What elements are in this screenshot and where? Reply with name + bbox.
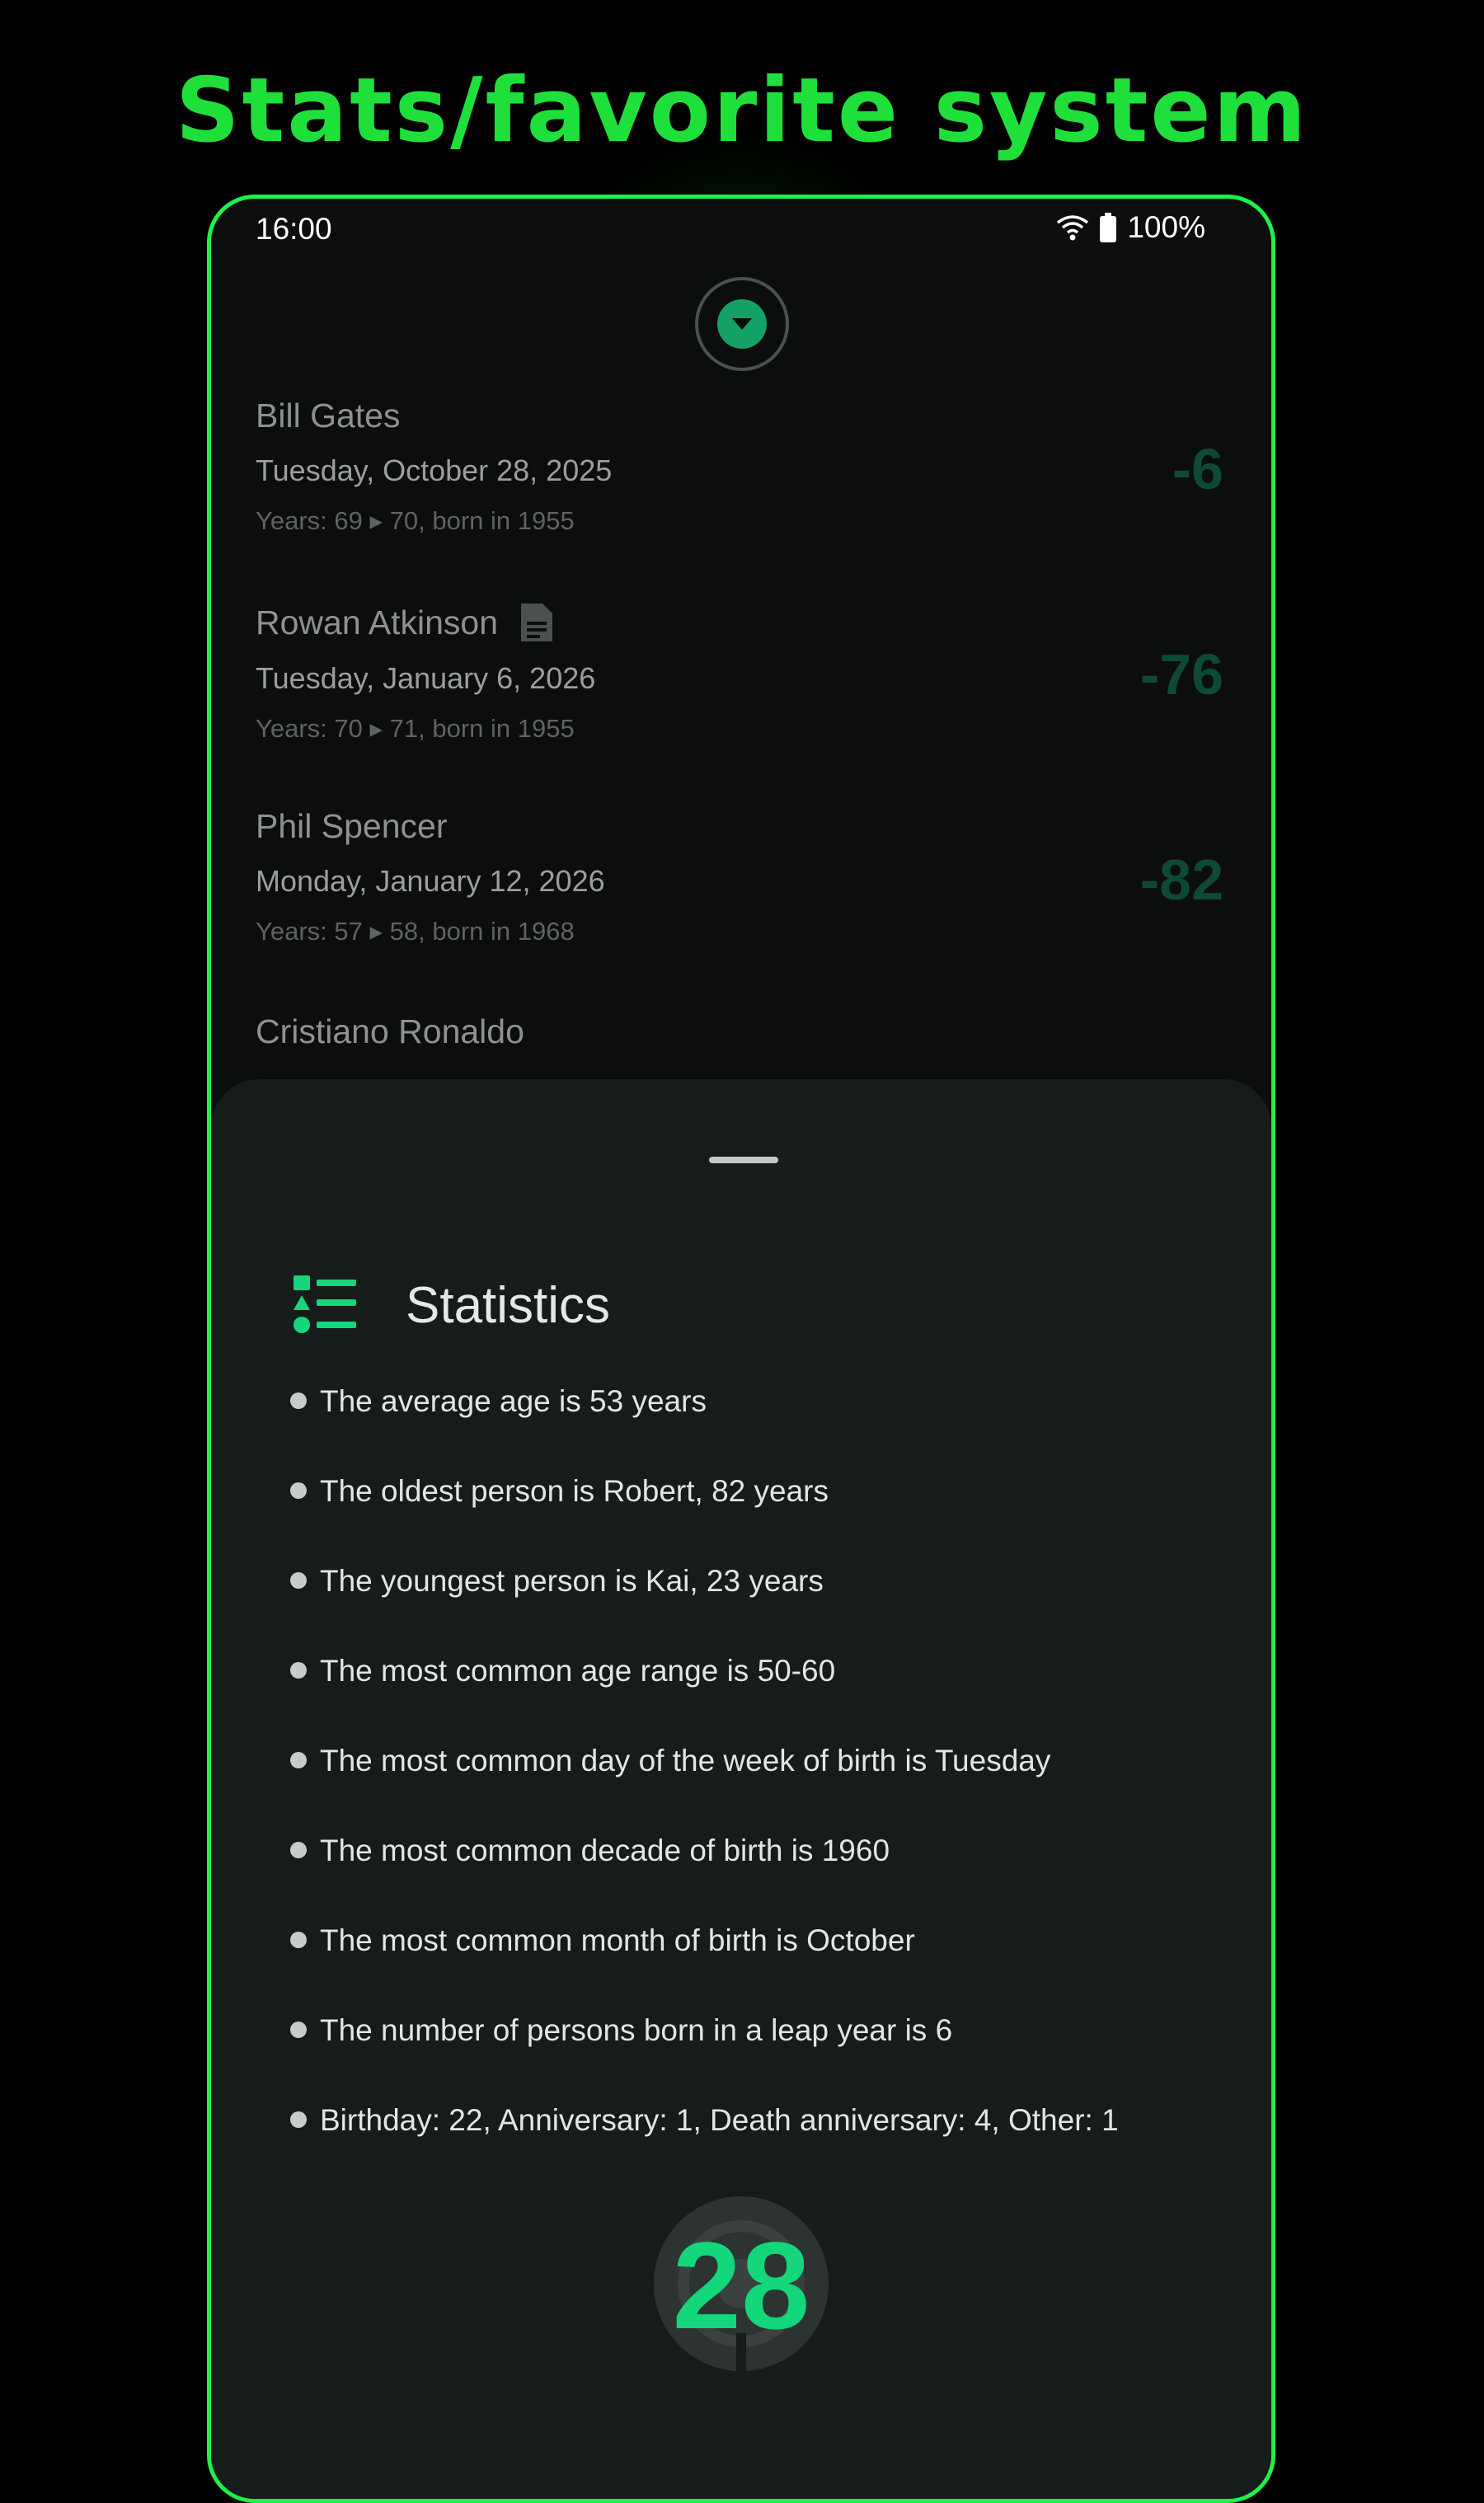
stat-item: Birthday: 22, Anniversary: 1, Death anni… <box>290 2103 1119 2193</box>
stat-item: The most common age range is 50-60 <box>290 1654 1119 1744</box>
person-name: Rowan Atkinson <box>256 602 1223 643</box>
battery-icon <box>1100 213 1117 242</box>
person-name-text: Phil Spencer <box>256 807 448 845</box>
stat-text: The average age is 53 years <box>320 1384 707 1418</box>
stat-text: The most common age range is 50-60 <box>320 1654 836 1688</box>
bullet-icon <box>290 1932 307 1948</box>
total-count-badge: 28 <box>654 2196 829 2371</box>
days-delta: -76 <box>1139 642 1223 707</box>
stat-item: The average age is 53 years <box>290 1384 1119 1474</box>
person-years: Years: 69 ▸ 70, born in 1955 <box>256 506 575 535</box>
battery-level: 100% <box>1127 210 1205 244</box>
status-time: 16:00 <box>256 212 332 246</box>
list-item[interactable]: Rowan Atkinson Tuesday, January 6, 2026 … <box>256 602 1223 744</box>
chevron-down-icon <box>732 318 752 330</box>
person-date: Tuesday, January 6, 2026 <box>256 661 596 695</box>
bullet-icon <box>290 1662 307 1679</box>
statistics-title: Statistics <box>406 1276 611 1334</box>
person-name-text: Bill Gates <box>256 397 401 434</box>
page-headline: Stats/favorite system <box>175 59 1309 162</box>
person-years: Years: 57 ▸ 58, born in 1968 <box>256 917 575 946</box>
stat-item: The most common day of the week of birth… <box>290 1744 1119 1834</box>
stat-text: The most common day of the week of birth… <box>320 1744 1051 1777</box>
list-item[interactable]: Bill Gates Tuesday, October 28, 2025 Yea… <box>256 397 1223 536</box>
statistics-header: Statistics <box>294 1275 610 1335</box>
phone-frame: 16:00 100% Bill Gates Tuesday, October 2… <box>207 195 1275 2503</box>
bullet-icon <box>290 1842 307 1858</box>
stat-item: The number of persons born in a leap yea… <box>290 2013 1119 2103</box>
person-name: Bill Gates <box>256 397 1223 435</box>
status-right: 100% <box>1056 210 1205 245</box>
person-name-text: Cristiano Ronaldo <box>256 1012 524 1050</box>
person-name-text: Rowan Atkinson <box>256 603 499 641</box>
statistics-list: The average age is 53 years The oldest p… <box>290 1384 1119 2193</box>
collapse-button-inner <box>717 299 767 349</box>
bullet-icon <box>290 1392 307 1409</box>
collapse-button[interactable] <box>695 277 789 371</box>
stat-text: The most common decade of birth is 1960 <box>320 1834 890 1867</box>
stat-item: The oldest person is Robert, 82 years <box>290 1474 1119 1564</box>
stats-list-icon <box>294 1275 356 1333</box>
person-years: Years: 70 ▸ 71, born in 1955 <box>256 714 575 743</box>
person-date: Monday, January 12, 2026 <box>256 864 605 898</box>
bullet-icon <box>290 2022 307 2038</box>
stat-item: The most common decade of birth is 1960 <box>290 1834 1119 1923</box>
total-count: 28 <box>672 2216 810 2355</box>
bullet-icon <box>290 1482 307 1499</box>
days-delta: -82 <box>1139 848 1223 912</box>
stat-item: The most common month of birth is Octobe… <box>290 1923 1119 2013</box>
days-delta: -6 <box>1172 437 1223 501</box>
drag-handle[interactable] <box>709 1157 778 1163</box>
status-bar: 16:00 100% <box>211 199 1271 261</box>
bullet-icon <box>290 1752 307 1768</box>
wifi-icon <box>1057 215 1089 241</box>
note-icon <box>521 603 553 641</box>
bullet-icon <box>290 2111 307 2128</box>
stat-item: The youngest person is Kai, 23 years <box>290 1564 1119 1654</box>
stat-text: The oldest person is Robert, 82 years <box>320 1474 829 1508</box>
statistics-sheet: Statistics The average age is 53 years T… <box>211 1079 1271 2499</box>
person-date: Tuesday, October 28, 2025 <box>256 453 613 487</box>
person-name: Cristiano Ronaldo <box>256 1012 1223 1051</box>
stat-text: The youngest person is Kai, 23 years <box>320 1564 824 1598</box>
bullet-icon <box>290 1572 307 1589</box>
list-item[interactable]: Phil Spencer Monday, January 12, 2026 Ye… <box>256 807 1223 946</box>
person-name: Phil Spencer <box>256 807 1223 846</box>
stat-text: The most common month of birth is Octobe… <box>320 1923 915 1957</box>
stat-text: Birthday: 22, Anniversary: 1, Death anni… <box>320 2103 1119 2137</box>
stat-text: The number of persons born in a leap yea… <box>320 2013 953 2047</box>
list-item[interactable]: Cristiano Ronaldo -106 <box>256 1012 1223 1132</box>
